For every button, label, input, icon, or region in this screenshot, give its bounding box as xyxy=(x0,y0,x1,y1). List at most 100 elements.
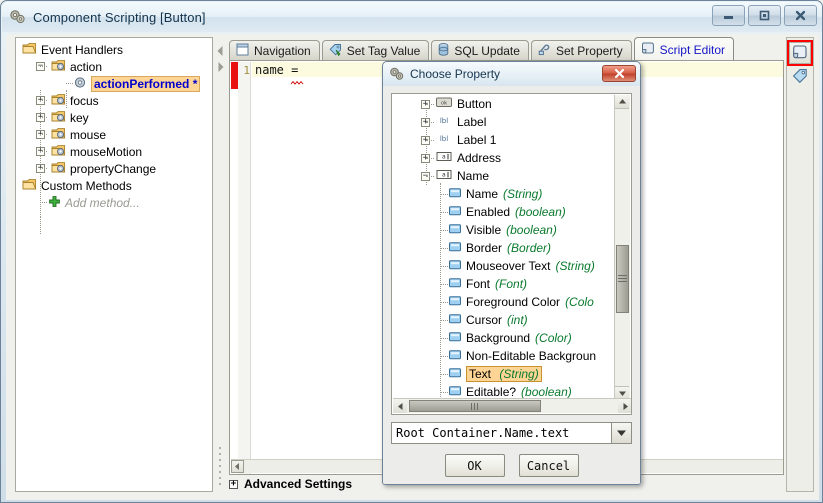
prop-type: (int) xyxy=(507,313,528,327)
chevron-down-icon[interactable] xyxy=(611,423,631,443)
prop-item-text-selected[interactable]: Text (String) xyxy=(393,365,615,383)
vertical-scroll-thumb[interactable] xyxy=(616,245,629,313)
panel-splitter[interactable] xyxy=(216,37,227,492)
tree-node-property-change[interactable]: + propertyChange xyxy=(16,160,212,177)
expand-right-icon[interactable] xyxy=(217,61,224,75)
tab-script-editor[interactable]: Script Editor xyxy=(633,37,734,61)
prop-node-label[interactable]: + lbl Label xyxy=(393,113,615,131)
tag-tool-button[interactable] xyxy=(789,66,811,88)
tree-label: mouseMotion xyxy=(70,144,143,159)
tab-sql-update[interactable]: SQL Update xyxy=(431,40,529,61)
prop-type: (boolean) xyxy=(506,223,557,237)
prop-item-font[interactable]: Font (Font) xyxy=(393,275,615,293)
plus-add-icon xyxy=(48,195,61,211)
choose-property-dialog: Choose Property + ok Button + lbl Label … xyxy=(382,61,641,485)
tree-label: Add method... xyxy=(65,195,140,210)
collapse-left-icon[interactable] xyxy=(217,45,224,59)
scroll-right-button[interactable] xyxy=(618,399,631,413)
prop-item-foreground-color[interactable]: Foreground Color (Colo xyxy=(393,293,615,311)
window-icon xyxy=(236,43,249,59)
prop-label: Enabled xyxy=(466,205,511,219)
prop-item-non-editable-background[interactable]: Non-Editable Backgroun xyxy=(393,347,615,365)
tree-node-event-handlers[interactable]: Event Handlers xyxy=(16,41,212,58)
prop-type: (String) xyxy=(499,367,539,381)
horizontal-scroll-thumb[interactable] xyxy=(409,400,541,412)
prop-node-label-1[interactable]: + lbl Label 1 xyxy=(393,131,615,149)
line-number: 1 xyxy=(243,64,250,77)
property-tool-button[interactable] xyxy=(787,40,813,66)
close-button[interactable] xyxy=(784,5,817,26)
svg-text:a: a xyxy=(442,154,446,161)
tree-label-selected: actionPerformed * xyxy=(91,75,201,92)
maximize-button[interactable] xyxy=(748,5,781,26)
property-tree-horizontal-scrollbar[interactable] xyxy=(393,398,631,413)
prop-label: Label xyxy=(457,115,487,129)
scroll-icon xyxy=(641,41,655,58)
tree-node-action[interactable]: − action xyxy=(16,58,212,75)
expand-toggle-icon[interactable]: + xyxy=(229,479,238,489)
tree-node-key[interactable]: + key xyxy=(16,109,212,126)
prop-node-button[interactable]: + ok Button xyxy=(393,95,615,113)
property-path-combobox[interactable]: Root Container.Name.text xyxy=(391,422,632,444)
minimize-button[interactable] xyxy=(712,5,745,26)
prop-item-visible[interactable]: Visible (boolean) xyxy=(393,221,615,239)
gear-icon xyxy=(73,76,87,92)
splitter-grip[interactable] xyxy=(219,447,223,492)
textfield-icon: a xyxy=(436,151,452,165)
prop-item-border[interactable]: Border (Border) xyxy=(393,239,615,257)
tree-node-focus[interactable]: + focus xyxy=(16,92,212,109)
label-icon: lbl xyxy=(436,133,452,147)
button-icon: ok xyxy=(436,97,452,111)
property-icon xyxy=(449,367,461,381)
ok-button[interactable]: OK xyxy=(444,454,505,477)
dialog-close-button[interactable] xyxy=(602,65,636,82)
tree-node-mouse-motion[interactable]: + mouseMotion xyxy=(16,143,212,160)
tab-label: Script Editor xyxy=(659,42,725,57)
tab-navigation[interactable]: Navigation xyxy=(229,40,320,61)
tree-label: key xyxy=(70,110,89,125)
property-icon xyxy=(449,385,461,399)
window-title: Component Scripting [Button] xyxy=(33,9,206,25)
scroll-left-button[interactable] xyxy=(231,460,244,473)
prop-item-background[interactable]: Background (Color) xyxy=(393,329,615,347)
tab-set-tag-value[interactable]: Set Tag Value xyxy=(321,40,430,61)
tree-node-action-performed[interactable]: actionPerformed * xyxy=(16,75,212,92)
prop-node-address[interactable]: + a Address xyxy=(393,149,615,167)
scroll-up-button[interactable] xyxy=(615,95,629,109)
prop-node-name-container[interactable]: − a Name xyxy=(393,167,615,185)
prop-label: Address xyxy=(457,151,502,165)
tree-node-mouse[interactable]: + mouse xyxy=(16,126,212,143)
prop-item-mouseover-text[interactable]: Mouseover Text (String) xyxy=(393,257,615,275)
prop-label: Name xyxy=(466,187,499,201)
scroll-left-button[interactable] xyxy=(393,399,407,413)
property-icon xyxy=(449,187,461,201)
syntax-error-squiggle xyxy=(290,74,307,85)
property-tree[interactable]: + ok Button + lbl Label + lbl Label 1 + … xyxy=(391,93,632,415)
folder-gear-icon xyxy=(51,144,66,160)
tree-label: Event Handlers xyxy=(41,42,124,57)
folder-gear-icon xyxy=(51,161,66,177)
tree-node-custom-methods[interactable]: Custom Methods xyxy=(16,177,212,194)
tab-set-property[interactable]: Set Property xyxy=(530,40,632,61)
prop-type: (Font) xyxy=(495,277,528,291)
svg-text:ok: ok xyxy=(441,100,447,106)
prop-item-cursor[interactable]: Cursor (int) xyxy=(393,311,615,329)
tree-label: mouse xyxy=(70,127,107,142)
prop-type: (String) xyxy=(555,259,595,273)
cancel-button[interactable]: Cancel xyxy=(518,454,579,477)
property-path-value: Root Container.Name.text xyxy=(396,426,570,440)
prop-item-name[interactable]: Name (String) xyxy=(393,185,615,203)
scroll-icon xyxy=(792,44,808,63)
prop-type: (boolean) xyxy=(521,385,572,399)
prop-item-enabled[interactable]: Enabled (boolean) xyxy=(393,203,615,221)
window-titlebar: Component Scripting [Button] xyxy=(2,2,822,32)
tree-node-add-method[interactable]: Add method... xyxy=(16,194,212,211)
prop-label: Non-Editable Backgroun xyxy=(466,349,597,363)
folder-gear-icon xyxy=(51,59,66,75)
event-handler-tree[interactable]: Event Handlers − action actionPerformed … xyxy=(15,37,213,492)
tab-strip: Navigation Set Tag Value SQL Update Set … xyxy=(229,37,784,61)
line-number-gutter xyxy=(238,62,251,474)
property-tree-vertical-scrollbar[interactable] xyxy=(614,95,630,400)
property-icon xyxy=(449,205,461,219)
gears-icon xyxy=(389,66,405,82)
